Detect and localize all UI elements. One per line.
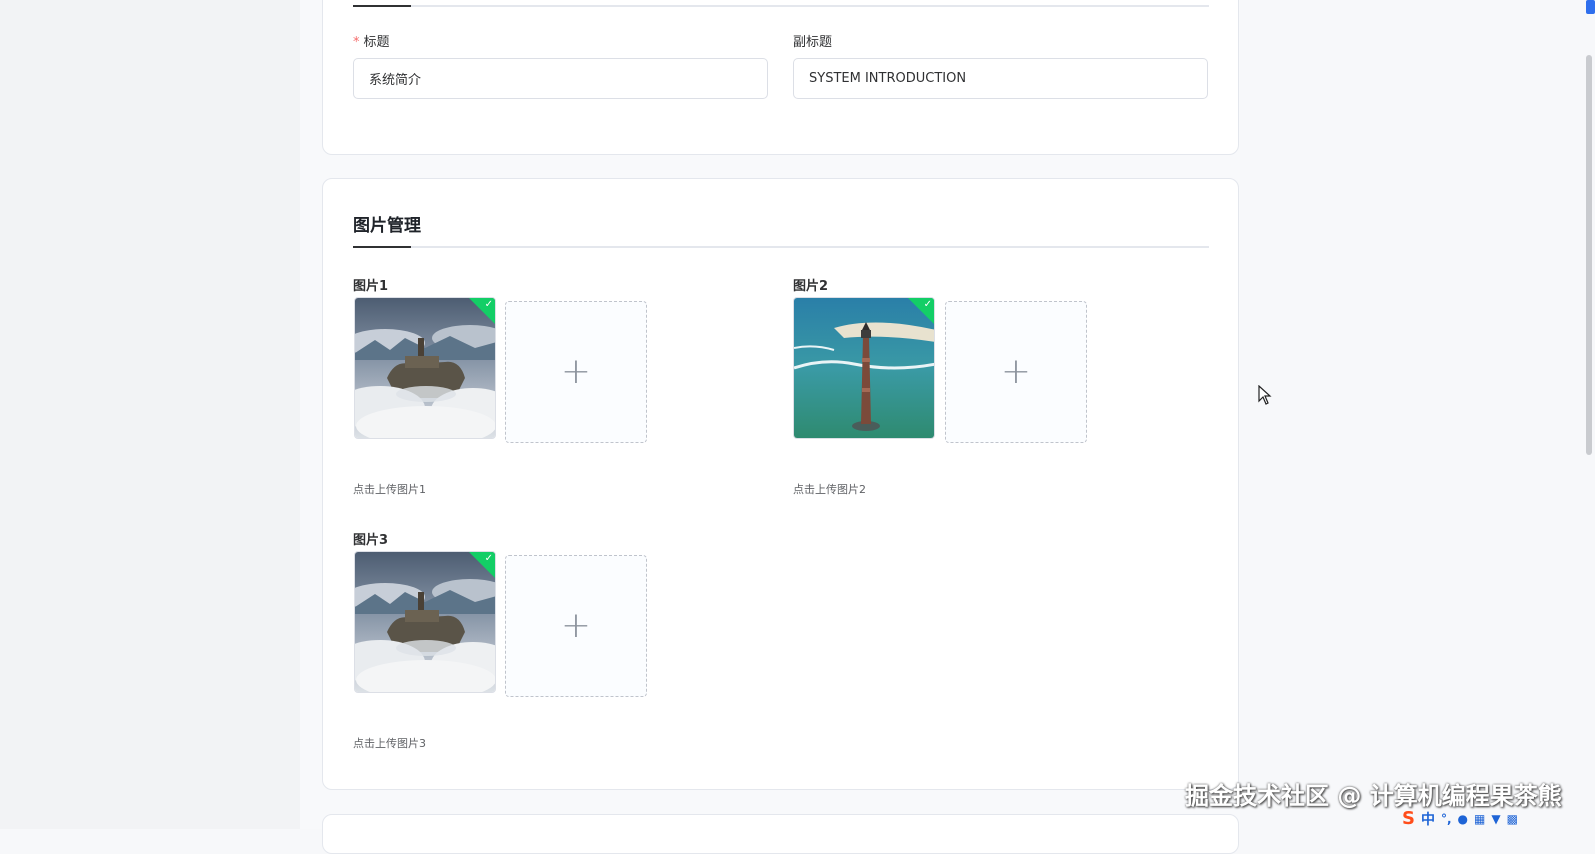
tab-underline-active [353,5,411,7]
image-2-upload-button[interactable]: + [945,301,1087,443]
next-card [322,814,1239,854]
title-label: * 标题 [353,31,390,50]
title-input[interactable]: 系统简介 [353,58,768,99]
image-1-thumbnail[interactable]: ✓ [354,297,496,439]
check-icon: ✓ [923,299,932,310]
check-icon: ✓ [484,553,493,564]
image-1-label: 图片1 [353,279,389,294]
subtitle-input-value: SYSTEM INTRODUCTION [809,71,967,86]
punctuation-icon[interactable]: °, [1441,812,1452,826]
subtitle-label: 副标题 [793,31,832,50]
watermark: 掘金技术社区 @ 计算机编程果茶熊 [1185,782,1562,810]
image-3-thumbnail[interactable]: ✓ [354,551,496,693]
image-3-label: 图片3 [353,533,389,548]
image-1-hint: 点击上传图片1 [353,483,426,496]
left-gutter [0,0,300,829]
required-mark: * [353,35,360,50]
check-icon: ✓ [484,299,493,310]
ime-toolbar[interactable]: S 中 °, ● ▦ ▼ ▩ [1402,808,1518,829]
basic-info-tab-underline [353,5,1209,7]
microphone-icon[interactable]: ● [1458,812,1468,826]
keyboard-icon[interactable]: ▦ [1474,812,1485,826]
subtitle-label-text: 副标题 [793,35,833,50]
image-3-upload-button[interactable]: + [505,555,647,697]
scrollbar-thumb[interactable] [1586,55,1592,455]
image-2-hint: 点击上传图片2 [793,483,866,496]
subtitle-input[interactable]: SYSTEM INTRODUCTION [793,58,1208,99]
section-underline-active [353,246,411,248]
sogou-logo-icon: S [1402,808,1415,829]
section-title: 图片管理 [353,216,421,236]
image-1-upload-button[interactable]: + [505,301,647,443]
skin-icon[interactable]: ▼ [1491,812,1500,826]
scrollbar-top-accent [1586,0,1595,14]
image-2-label: 图片2 [793,279,829,294]
section-title-underline [353,246,1209,248]
title-input-value: 系统简介 [369,73,422,88]
mouse-cursor-icon [1258,385,1272,405]
plus-icon: + [1000,351,1032,392]
plus-icon: + [560,605,592,646]
image-3-hint: 点击上传图片3 [353,737,426,750]
image-2-thumbnail[interactable]: ✓ [793,297,935,439]
toolbox-icon[interactable]: ▩ [1507,812,1518,826]
ime-language-toggle[interactable]: 中 [1421,809,1435,829]
plus-icon: + [560,351,592,392]
image-management-card [322,178,1239,790]
title-label-text: 标题 [363,35,390,50]
